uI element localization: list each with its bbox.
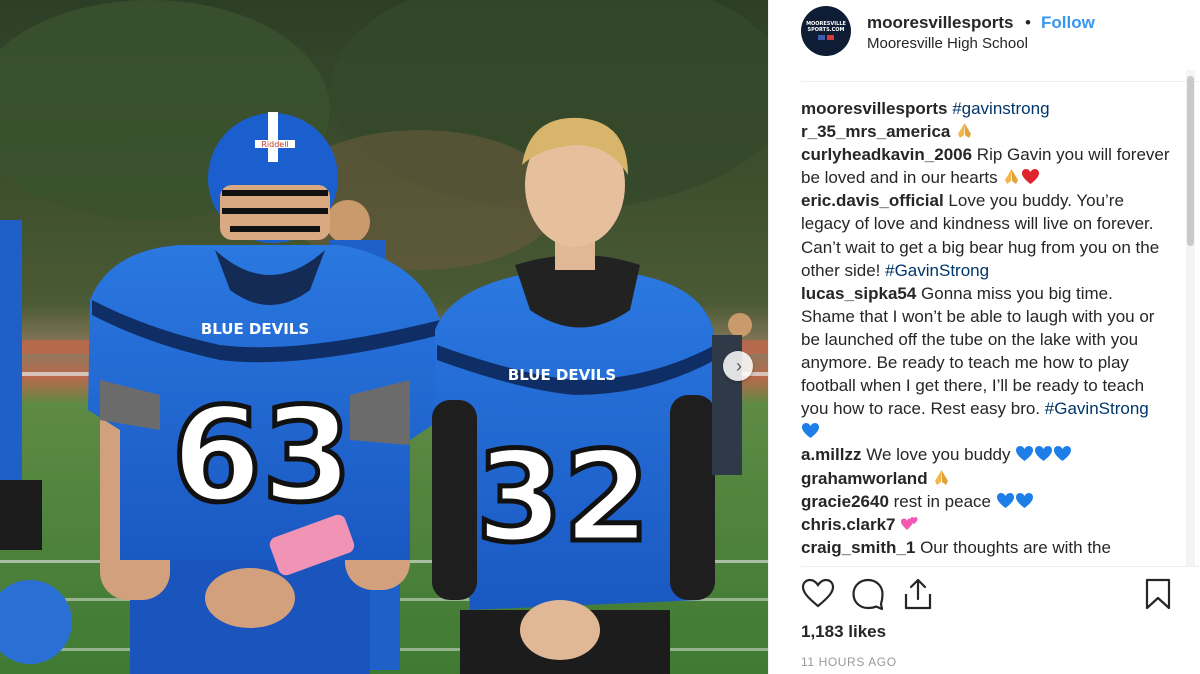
avatar-text: MOORESVILLE SPORTS.COM (806, 20, 846, 33)
hashtag-link[interactable]: #gavinstrong (952, 99, 1049, 118)
heart-icon[interactable] (801, 577, 835, 611)
blue-heart-emoji-icon (1015, 492, 1034, 511)
avatar[interactable]: MOORESVILLE SPORTS.COM (801, 6, 851, 56)
comment-text: rest in peace (893, 491, 991, 511)
comment-username[interactable]: eric.davis_official (801, 191, 944, 210)
blue-heart-emoji-icon (801, 422, 820, 441)
share-icon[interactable] (901, 577, 935, 611)
header-username[interactable]: mooresvillesports (867, 13, 1013, 33)
comments-list[interactable]: mooresvillesports #gavinstrong r_35_mrs_a… (801, 97, 1171, 564)
two-hearts-emoji-icon (900, 515, 919, 534)
helmet-brand-text: Riddell (261, 140, 288, 149)
folded-hands-emoji-icon (1002, 168, 1021, 187)
comment-item: chris.clark7 (801, 513, 1171, 536)
jersey-32-text: BLUE DEVILS (508, 366, 616, 384)
post-timestamp[interactable]: 11 HOURS AGO (801, 655, 897, 669)
jersey-63-text: BLUE DEVILS (201, 320, 309, 338)
comment-username[interactable]: a.millzz (801, 445, 861, 464)
actions-divider (801, 566, 1199, 567)
football-players-image: Riddell BLUE DEVILS 63 BLUE DEVILS 32 (0, 0, 768, 674)
blue-heart-emoji-icon (1053, 445, 1072, 464)
bookmark-icon[interactable] (1141, 577, 1175, 611)
location-link[interactable]: Mooresville High School (867, 35, 1028, 52)
folded-hands-emoji-icon (932, 469, 951, 488)
blue-heart-emoji-icon (1034, 445, 1053, 464)
header-divider (801, 81, 1199, 82)
comment-username[interactable]: mooresvillesports (801, 99, 947, 118)
comment-item: craig_smith_1 Our thoughts are with the (801, 536, 1171, 559)
comment-username[interactable]: curlyheadkavin_2006 (801, 145, 972, 164)
header-separator: • (1025, 13, 1031, 32)
post-photo[interactable]: Riddell BLUE DEVILS 63 BLUE DEVILS 32 › (0, 0, 768, 674)
comment-username[interactable]: grahamworland (801, 469, 928, 488)
comment-username[interactable]: chris.clark7 (801, 515, 896, 534)
comment-icon[interactable] (851, 577, 885, 611)
comment-username[interactable]: lucas_sipka54 (801, 284, 916, 303)
comment-item: curlyheadkavin_2006 Rip Gavin you will f… (801, 143, 1171, 189)
comment-username[interactable]: gracie2640 (801, 492, 889, 511)
folded-hands-emoji-icon (955, 122, 974, 141)
comment-item: eric.davis_official Love you buddy. You’… (801, 189, 1171, 281)
scrollbar-thumb[interactable] (1187, 76, 1194, 246)
comment-text: Our thoughts are with the (920, 537, 1111, 557)
hashtag-link[interactable]: #GavinStrong (885, 261, 989, 280)
comment-item: a.millzz We love you buddy (801, 443, 1171, 466)
likes-count[interactable]: 1,183 likes (801, 622, 886, 642)
comment-item: gracie2640 rest in peace (801, 490, 1171, 513)
action-bar (801, 577, 1199, 613)
jersey-32-number: 32 (476, 425, 650, 570)
jersey-63-number: 63 (172, 379, 353, 531)
blue-heart-emoji-icon (996, 492, 1015, 511)
comment-item: lucas_sipka54 Gonna miss you big time. S… (801, 282, 1171, 444)
comment-username[interactable]: r_35_mrs_america (801, 122, 950, 141)
follow-button[interactable]: Follow (1041, 13, 1095, 33)
comment-item: grahamworland (801, 467, 1171, 490)
post-side-panel: MOORESVILLE SPORTS.COM mooresvillesports… (768, 0, 1200, 674)
flag-icon (817, 34, 835, 42)
comment-item: r_35_mrs_america (801, 120, 1171, 143)
instagram-post: Riddell BLUE DEVILS 63 BLUE DEVILS 32 › … (0, 0, 1200, 674)
comment-item: mooresvillesports #gavinstrong (801, 97, 1171, 120)
blue-heart-emoji-icon (1015, 445, 1034, 464)
next-photo-button[interactable]: › (723, 351, 753, 381)
post-header: MOORESVILLE SPORTS.COM mooresvillesports… (769, 0, 1200, 72)
chevron-right-icon: › (736, 356, 742, 376)
comment-text: We love you buddy (866, 445, 1011, 465)
comment-username[interactable]: craig_smith_1 (801, 538, 915, 557)
red-heart-emoji-icon (1021, 168, 1040, 187)
hashtag-link[interactable]: #GavinStrong (1045, 399, 1149, 418)
